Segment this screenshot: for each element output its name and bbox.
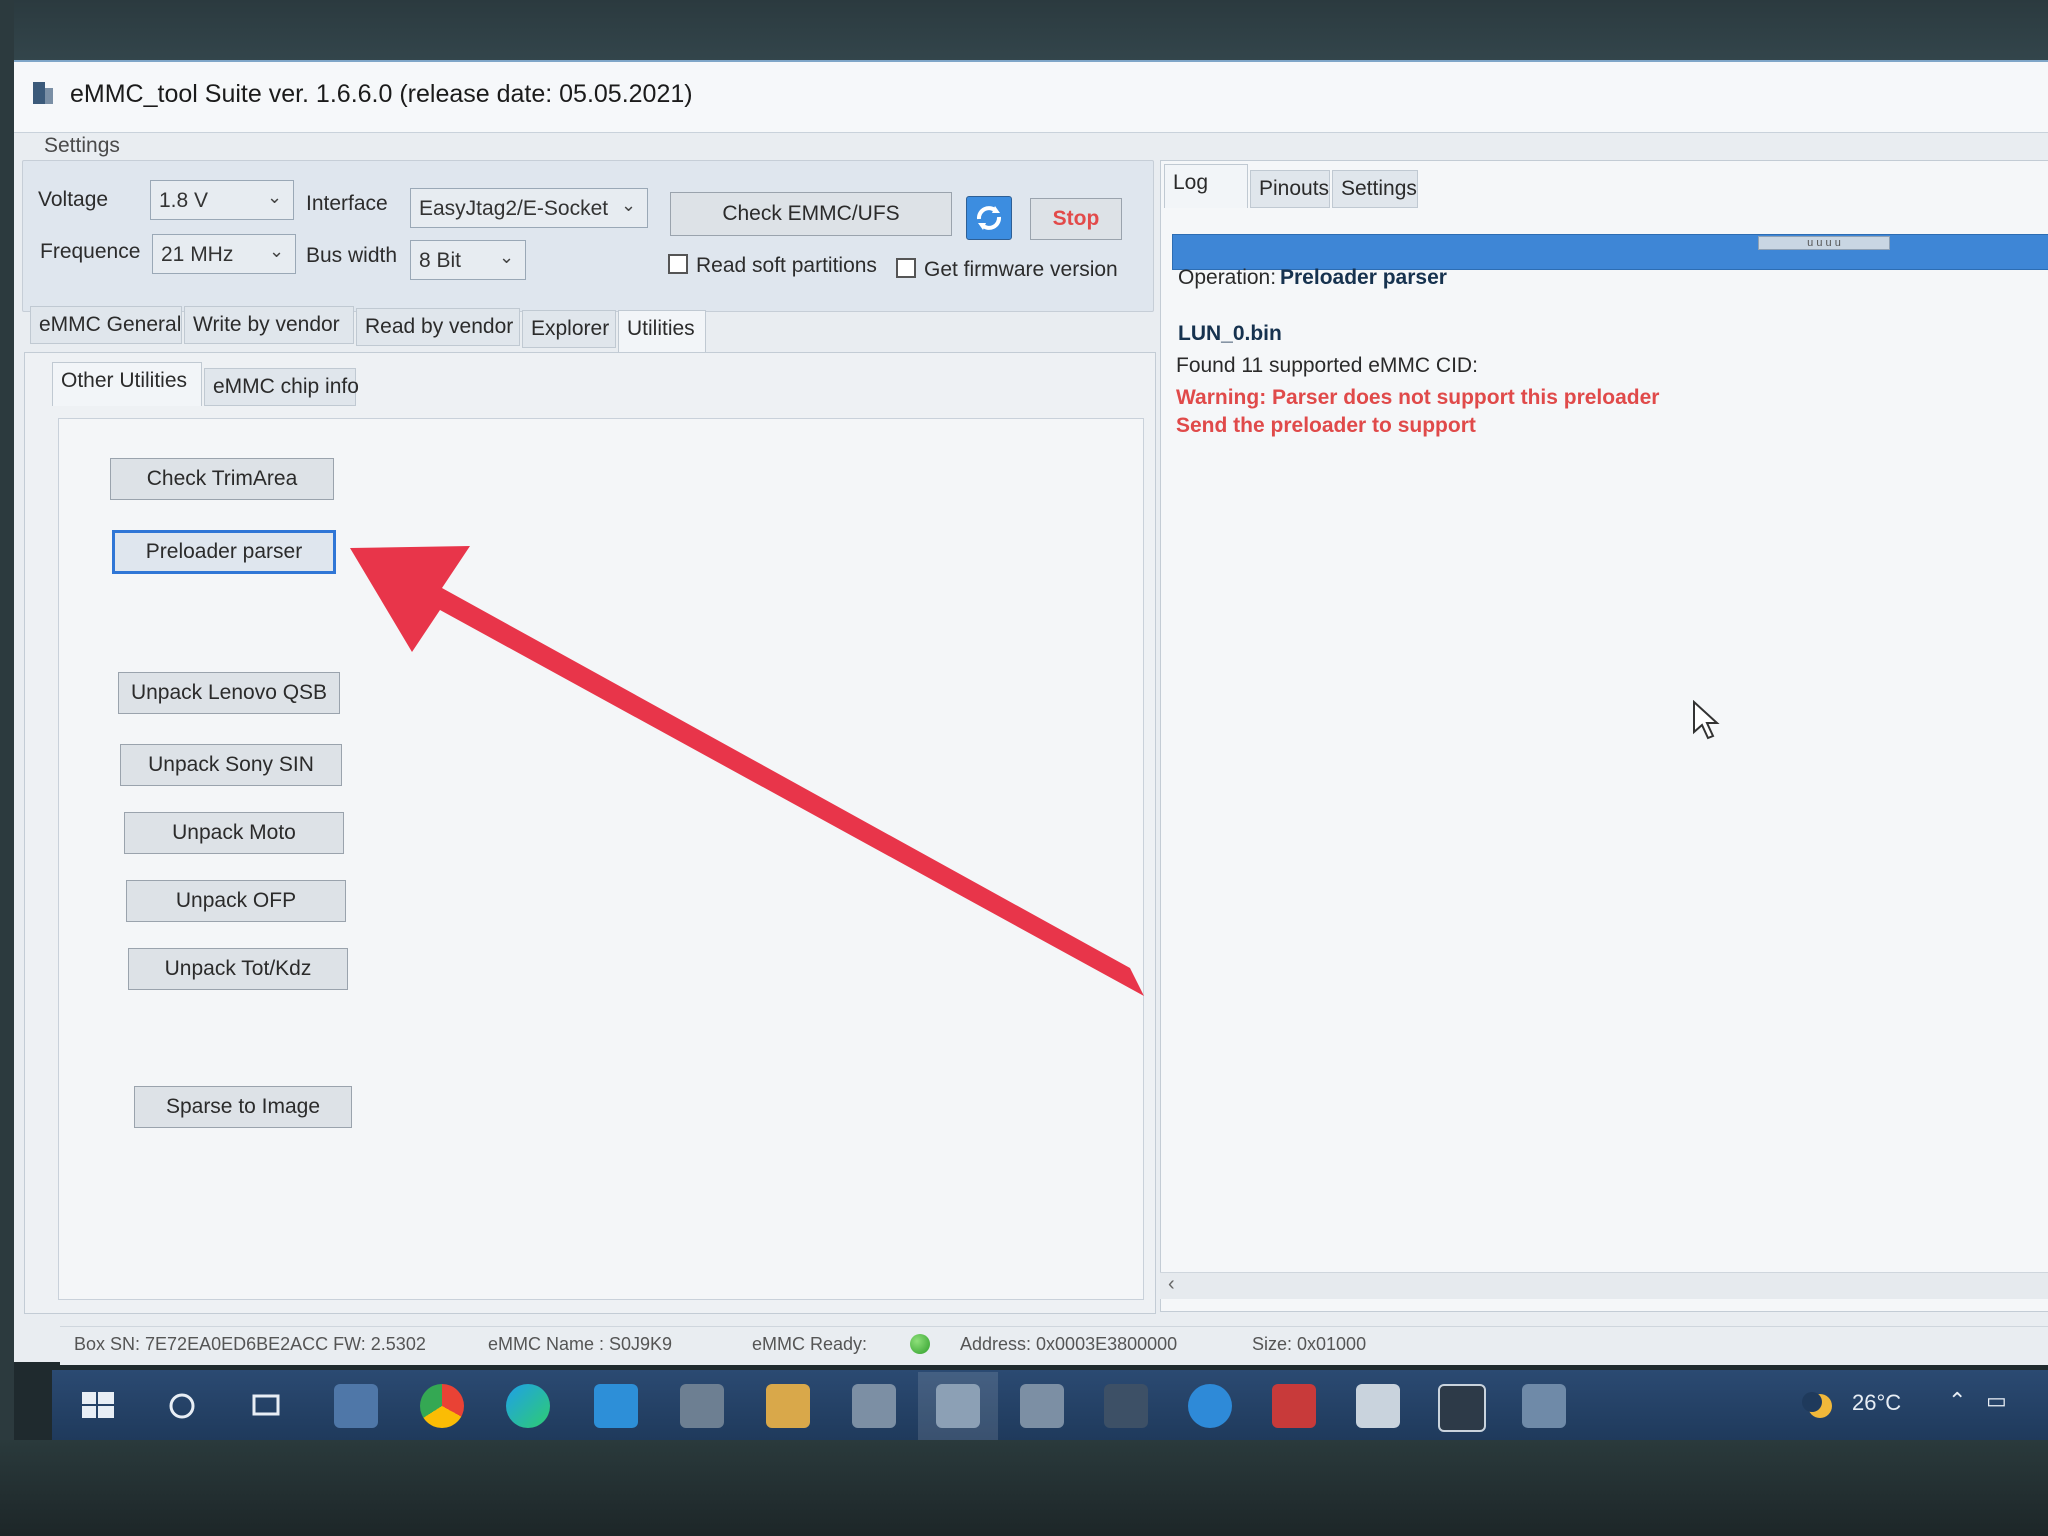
edge-icon[interactable] — [506, 1384, 550, 1428]
status-box-sn: Box SN: 7E72EA0ED6BE2ACC FW: 2.5302 — [74, 1334, 426, 1354]
log-send: Send the preloader to support — [1176, 414, 1476, 437]
close-app-icon[interactable] — [1438, 1384, 1486, 1432]
tab-log[interactable]: Log — [1164, 164, 1248, 208]
log-operation-name: Preloader parser — [1280, 266, 1447, 289]
log-panel — [1160, 160, 2048, 1312]
mouse-cursor-icon — [1693, 700, 1720, 740]
log-horizontal-scrollbar[interactable]: ‹ — [1160, 1272, 2048, 1299]
progress-handle[interactable]: u u u u — [1758, 236, 1890, 250]
windows-start-icon[interactable] — [76, 1384, 120, 1428]
chat-icon[interactable] — [1188, 1384, 1232, 1428]
status-emmc-name: eMMC Name : S0J9K9 — [488, 1334, 673, 1354]
weather-icon[interactable] — [1796, 1384, 1840, 1428]
tab-pinouts[interactable]: Pinouts — [1250, 170, 1330, 208]
notes-icon[interactable] — [1356, 1384, 1400, 1428]
folder-icon[interactable] — [766, 1384, 810, 1428]
log-warning: Warning: Parser does not support this pr… — [1176, 386, 1660, 409]
temperature-text: 26°C — [1852, 1390, 1902, 1415]
log-operation-prefix: Operation: — [1178, 266, 1277, 289]
log-found: Found 11 supported eMMC CID: — [1176, 354, 1478, 377]
tab-settings-right[interactable]: Settings — [1332, 170, 1418, 208]
terminal-icon[interactable] — [1104, 1384, 1148, 1428]
monitor-bezel-bottom — [0, 1440, 2048, 1536]
chrome-icon[interactable] — [420, 1384, 464, 1428]
app-3-icon[interactable] — [594, 1384, 638, 1428]
tool-icon[interactable] — [852, 1384, 896, 1428]
book-icon[interactable] — [1522, 1384, 1566, 1428]
status-emmc-ready: eMMC Ready: — [752, 1334, 868, 1354]
tray-icon[interactable]: ▭ — [1986, 1388, 2007, 1414]
status-ready-indicator-icon — [910, 1334, 930, 1354]
red-app-icon[interactable] — [1272, 1384, 1316, 1428]
log-file: LUN_0.bin — [1178, 322, 1282, 345]
tool-2-icon[interactable] — [1020, 1384, 1064, 1428]
paint-icon[interactable] — [680, 1384, 724, 1428]
search-icon[interactable] — [160, 1384, 204, 1428]
file-icon[interactable] — [334, 1384, 378, 1428]
progress-bar — [1172, 234, 2048, 270]
status-size: Size: 0x01000 — [1252, 1334, 1367, 1354]
emmc-tool-icon[interactable] — [936, 1384, 980, 1428]
scroll-left-icon[interactable]: ‹ — [1168, 1273, 1175, 1296]
chevron-up-icon[interactable]: ⌃ — [1948, 1388, 1966, 1414]
status-address: Address: 0x0003E3800000 — [960, 1334, 1178, 1354]
task-view-icon[interactable] — [244, 1384, 288, 1428]
